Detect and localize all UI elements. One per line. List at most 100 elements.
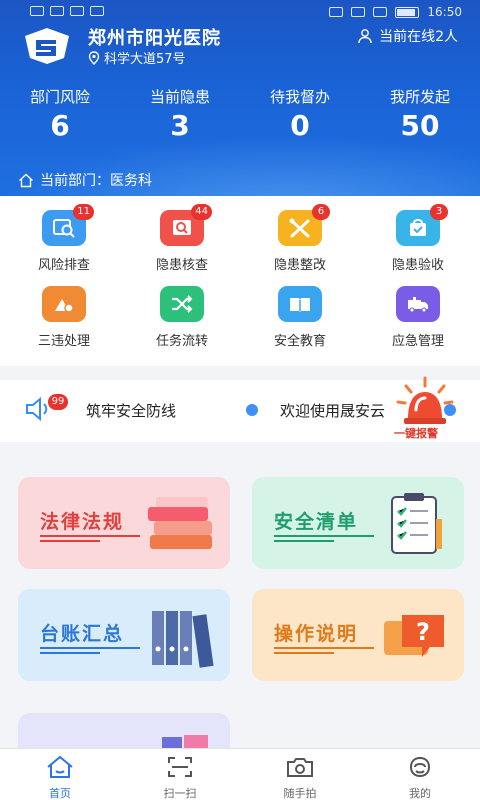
hospital-logo-icon — [25, 28, 69, 64]
tab-profile[interactable]: 我的 — [360, 749, 480, 800]
card-operation-guide[interactable]: 操作说明 ? — [252, 589, 464, 681]
header: 16:50 郑州市阳光医院 科学大道57号 当前在线2人 部门风险 6 当前隐患… — [0, 0, 480, 196]
help-question-icon: ? — [384, 615, 444, 657]
eye-icon — [329, 7, 344, 17]
badge: 44 — [191, 204, 212, 220]
grid-item-label: 隐患核查 — [155, 258, 208, 273]
user-icon — [358, 29, 372, 44]
card-underline — [40, 652, 100, 654]
notice-text-2: 欢迎使用晟安云 — [280, 402, 386, 420]
tab-label: 首页 — [49, 787, 71, 800]
address: 科学大道57号 — [88, 48, 186, 67]
card-title: 安全清单 — [274, 511, 359, 533]
card-title: 操作说明 — [274, 623, 359, 645]
sim-icon — [30, 6, 44, 16]
hazard-check-icon: 44 — [160, 204, 212, 246]
grid-item-label: 应急管理 — [391, 334, 444, 349]
home-icon — [47, 755, 73, 778]
alarm-label[interactable]: 一键报警 — [394, 425, 438, 441]
tab-scan[interactable]: 扫一扫 — [120, 749, 240, 800]
app-screen: 16:50 郑州市阳光医院 科学大道57号 当前在线2人 部门风险 6 当前隐患… — [0, 0, 480, 800]
grid-item-safety-education[interactable]: 安全教育 — [240, 286, 360, 349]
emergency-truck-icon — [396, 286, 440, 322]
violation-icon — [42, 286, 86, 322]
grid-item-hazard-verify[interactable]: 44 隐患核查 — [122, 204, 242, 273]
grid-item-violation[interactable]: 三违处理 — [4, 286, 124, 349]
card-underline — [40, 535, 140, 537]
stat-value: 3 — [170, 109, 190, 142]
acceptance-bag-icon: 3 — [396, 204, 448, 246]
badge: 11 — [73, 204, 94, 220]
online-text: 当前在线2人 — [379, 29, 458, 45]
tab-label: 我的 — [409, 787, 431, 800]
grid-item-label: 风险排查 — [37, 258, 90, 273]
badge: 3 — [430, 204, 448, 220]
law-books-icon — [148, 497, 212, 549]
rectify-tools-icon: 6 — [278, 204, 330, 246]
card-underline — [40, 647, 140, 649]
location-pin-icon — [88, 50, 100, 65]
stat-label: 待我督办 — [269, 88, 330, 106]
battery-icon — [395, 6, 420, 18]
stat-label: 我所发起 — [389, 88, 450, 106]
stat-current-hazards[interactable]: 当前隐患 3 — [120, 86, 240, 142]
grid-item-label: 三违处理 — [37, 334, 90, 349]
card-title: 台账汇总 — [40, 623, 125, 645]
tab-snapshot[interactable]: 随手拍 — [240, 749, 360, 800]
grid-item-risk-check[interactable]: 11 风险排查 — [4, 204, 124, 273]
grid-item-hazard-acceptance[interactable]: 3 隐患验收 — [358, 204, 478, 273]
status-time: 16:50 — [427, 5, 462, 19]
home-outline-icon — [19, 173, 33, 187]
bottom-tab-bar: 首页 扫一扫 随手拍 我的 — [0, 748, 480, 800]
grid-item-emergency[interactable]: 应急管理 — [358, 286, 478, 349]
card-underline — [274, 652, 334, 654]
tab-label: 随手拍 — [283, 787, 317, 800]
grid-item-label: 安全教育 — [273, 334, 326, 349]
grid-item-label: 任务流转 — [155, 334, 208, 349]
card-title: 法律法规 — [40, 511, 125, 533]
status-bar: 16:50 — [0, 0, 480, 26]
tab-label: 扫一扫 — [163, 787, 197, 800]
card-safety-checklist[interactable]: 安全清单 — [252, 477, 464, 569]
online-users[interactable]: 当前在线2人 — [357, 26, 458, 46]
stat-value: 0 — [290, 109, 310, 142]
card-ledger-summary[interactable]: 台账汇总 — [18, 589, 230, 681]
scan-icon — [168, 757, 192, 777]
stat-value: 6 — [50, 109, 70, 142]
notice-badge: 99 — [48, 394, 68, 410]
notice-text-1: 筑牢安全防线 — [86, 402, 177, 420]
notice-dot — [246, 404, 258, 416]
grid-item-label: 隐患验收 — [391, 258, 444, 273]
hospital-name: 郑州市阳光医院 — [88, 28, 221, 49]
address-text: 科学大道57号 — [104, 52, 186, 67]
card-underline — [274, 540, 334, 542]
badge: 6 — [312, 204, 330, 220]
checklist-clipboard-icon — [391, 493, 442, 554]
alarm-clock-icon — [351, 7, 366, 17]
tab-home[interactable]: 首页 — [0, 749, 120, 800]
status-right: 16:50 — [329, 5, 462, 19]
signal-icon — [50, 6, 64, 16]
svg-text:?: ? — [416, 618, 430, 646]
card-underline — [274, 647, 374, 649]
card-underline — [40, 540, 100, 542]
stats-row: 部门风险 6 当前隐患 3 待我督办 0 我所发起 50 — [0, 86, 480, 142]
grid-item-label: 隐患整改 — [273, 258, 326, 273]
card-laws[interactable]: 法律法规 — [18, 477, 230, 569]
stat-initiated[interactable]: 我所发起 50 — [360, 86, 480, 142]
education-book-icon — [278, 286, 322, 322]
grid-item-hazard-rectify[interactable]: 6 隐患整改 — [240, 204, 360, 273]
stat-value: 50 — [400, 109, 440, 142]
stat-department-risk[interactable]: 部门风险 6 — [0, 86, 120, 142]
notification-icon — [90, 6, 104, 16]
stat-label: 当前隐患 — [149, 88, 210, 106]
status-left-icons — [30, 6, 104, 16]
camera-icon — [287, 758, 313, 777]
stat-pending-supervision[interactable]: 待我督办 0 — [240, 86, 360, 142]
bluetooth-icon — [373, 7, 388, 17]
current-department[interactable]: 当前部门：医务科 — [18, 170, 152, 190]
ledger-binders-icon — [152, 611, 214, 668]
risk-search-icon: 11 — [42, 204, 94, 246]
stat-label: 部门风险 — [29, 88, 90, 106]
grid-item-task-flow[interactable]: 任务流转 — [122, 286, 242, 349]
